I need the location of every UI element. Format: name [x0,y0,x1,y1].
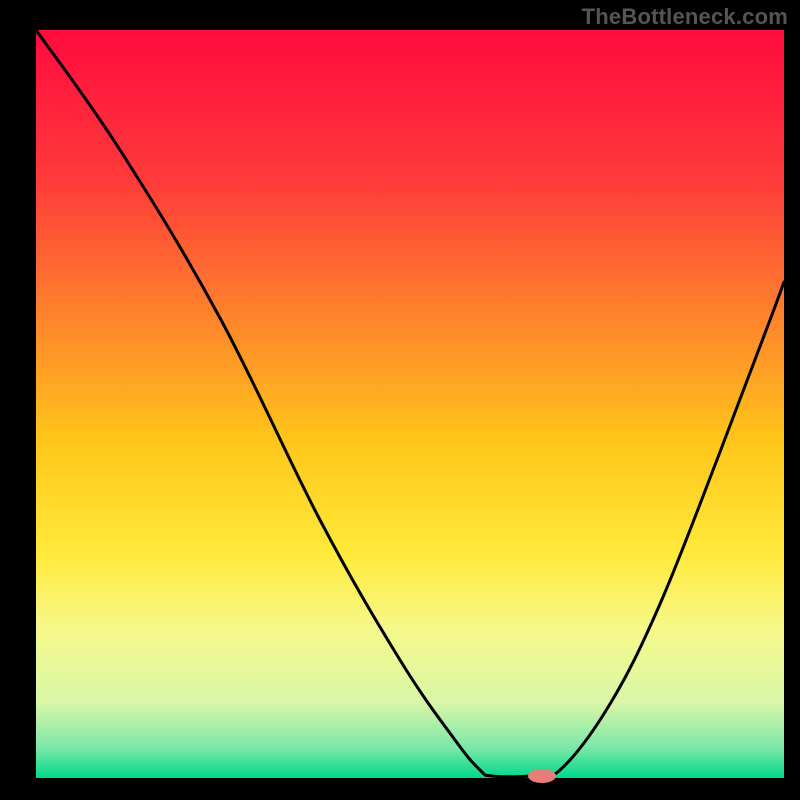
gradient-background [36,30,784,778]
bottleneck-plot [0,0,800,800]
optimal-point-marker [528,769,556,783]
chart-frame: TheBottleneck.com [0,0,800,800]
watermark-text: TheBottleneck.com [582,4,788,30]
